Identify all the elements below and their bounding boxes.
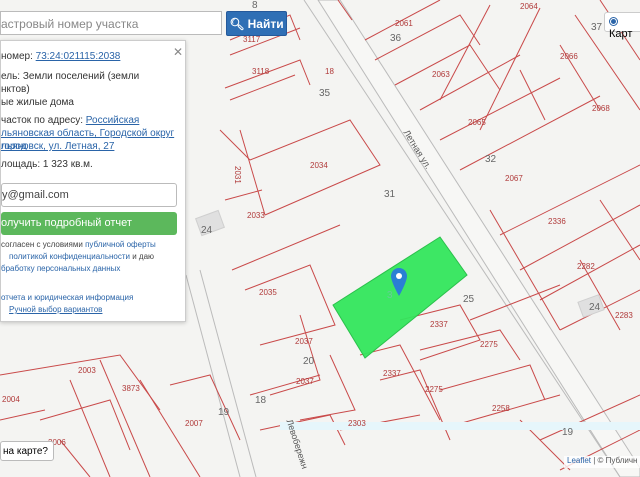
parcel-number-label: 2037: [295, 337, 313, 346]
cadastral-number-link[interactable]: 73:24:021115:2038: [36, 51, 121, 62]
parcel-number-label: 3873: [122, 384, 140, 393]
email-field[interactable]: y@gmail.com: [1, 183, 177, 207]
parcel-number-label: 3118: [252, 67, 270, 76]
highlight-strip: [280, 422, 640, 430]
cadastral-row: номер: 73:24:021115:2038: [1, 50, 120, 63]
quarter-number-label: 19: [562, 427, 574, 438]
cadastral-search-input[interactable]: астровый номер участка: [0, 11, 222, 35]
parcel-number-label: 2003: [78, 366, 96, 375]
parcel-number-label: 2068: [592, 104, 610, 113]
privacy-link[interactable]: политикой конфиденциальности: [9, 252, 130, 261]
parcel-number-label: 2067: [505, 174, 523, 183]
quarter-number-label: 31: [384, 189, 396, 200]
parcel-number-label: 2336: [548, 217, 566, 226]
map-attribution: Leaflet | © Публичн: [564, 456, 640, 468]
address-row: часток по адресу: Российская: [1, 114, 139, 127]
quarter-number-label: 18: [255, 395, 267, 406]
parcel-number-label: 2065: [468, 118, 486, 127]
agreement-text-1: согласен с условиями: [1, 240, 86, 249]
on-map-button[interactable]: на карте?: [0, 441, 54, 461]
parcel-number-label: 2303: [348, 419, 366, 428]
parcel-number-label: 2004: [2, 395, 20, 404]
parcel-number-label: 3117: [243, 35, 261, 44]
parcel-number-label: 2337: [383, 369, 401, 378]
parcel-number-label: 2282: [577, 262, 595, 271]
get-report-label: олучить подробный отчет: [1, 217, 132, 229]
leaflet-link[interactable]: Leaflet: [567, 456, 591, 465]
parcel-number-label: 2064: [520, 2, 538, 11]
cadastral-label: номер:: [1, 51, 33, 62]
quarter-number-label: 24: [201, 225, 213, 236]
parcel-info-panel: ✕ номер: 73:24:021115:2038 ель: Земли по…: [0, 40, 186, 322]
find-button[interactable]: 🔍︎ Найти: [226, 11, 287, 36]
area-label: лощадь:: [1, 159, 41, 170]
manual-select-link[interactable]: Ручной выбор вариантов: [9, 305, 102, 314]
purpose-row: ель: Земли поселений (земли: [1, 70, 139, 83]
parcel-number-label: 2061: [395, 19, 413, 28]
quarter-number-label: 36: [390, 33, 402, 44]
offer-link[interactable]: публичной оферты: [85, 240, 156, 249]
address-label: часток по адресу:: [1, 115, 84, 126]
personal-data-link[interactable]: бработку персональных данных: [1, 264, 120, 273]
parcel-number-label: 2034: [310, 161, 328, 170]
map-marker-icon[interactable]: [391, 268, 407, 296]
agreement-text: согласен с условиями публичной оферты по…: [1, 239, 187, 275]
parcel-number-label: 2031: [233, 166, 242, 184]
parcel-number-label: 2033: [247, 211, 265, 220]
map-layer-label: Карт: [609, 28, 633, 40]
parcel-number-label: 2037: [296, 377, 314, 386]
quarter-number-label: 8: [252, 0, 258, 11]
manual-select-label: Ручной выбор вариантов: [9, 305, 103, 314]
find-button-label: Найти: [247, 17, 284, 31]
quarter-number-label: 19: [218, 407, 230, 418]
email-value: y@gmail.com: [2, 189, 69, 201]
sample-report-label: отчета и юридическая информация: [1, 293, 134, 302]
quarter-number-label: 24: [589, 302, 601, 313]
quarter-number-label: 37: [591, 22, 603, 33]
use-value: ые жилые дома: [1, 97, 74, 108]
quarter-number-label: 32: [485, 154, 497, 165]
parcel-number-label: 2283: [615, 311, 633, 320]
search-placeholder: астровый номер участка: [1, 17, 139, 31]
quarter-number-label: 20: [303, 356, 315, 367]
get-report-button[interactable]: олучить подробный отчет: [1, 212, 177, 235]
parcel-number-label: 2258: [492, 404, 510, 413]
quarter-number-label: 35: [319, 88, 331, 99]
purpose-value: Земли поселений (земли: [22, 71, 140, 82]
attribution-text: | © Публичн: [591, 456, 638, 465]
quarter-number-label: 25: [463, 294, 475, 305]
sample-report-link[interactable]: отчета и юридическая информация: [1, 293, 133, 302]
search-icon: 🔍︎: [229, 17, 245, 31]
parcel-number-label: 2275: [480, 340, 498, 349]
parcel-number-label: 2063: [432, 70, 450, 79]
parcel-number-label: 2275: [425, 385, 443, 394]
purpose-value-2: нктов): [1, 84, 30, 95]
close-icon[interactable]: ✕: [173, 45, 183, 59]
on-map-label: на карте?: [3, 446, 48, 457]
address-link[interactable]: Российская: [86, 115, 140, 126]
parcel-number-label: 2337: [430, 320, 448, 329]
purpose-label: ель:: [1, 71, 21, 82]
area-row: лощадь: 1 323 кв.м.: [1, 158, 93, 171]
address-link-3[interactable]: льяновск, ул. Летная, 27: [1, 141, 114, 152]
map-layer-radio[interactable]: Карт: [604, 12, 640, 40]
area-value: 1 323 кв.м.: [42, 159, 93, 170]
parcel-number-label: 2007: [185, 419, 203, 428]
agreement-text-2: и даю: [129, 252, 155, 261]
parcel-number-label: 2035: [259, 288, 277, 297]
parcel-number-label: 2066: [560, 52, 578, 61]
parcel-number-label: 18: [325, 67, 334, 76]
radio-selected-icon: [609, 17, 618, 26]
